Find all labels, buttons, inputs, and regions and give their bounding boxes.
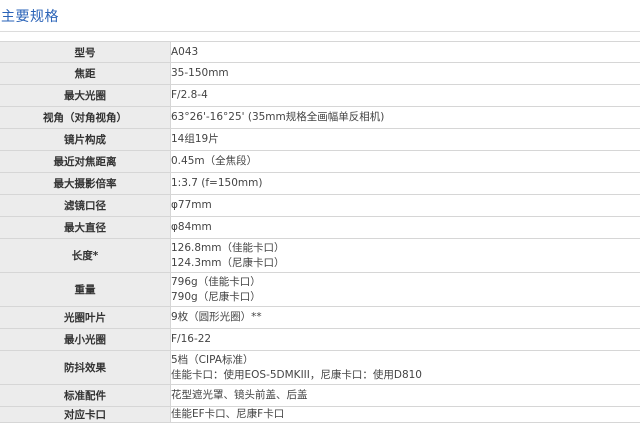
spec-value: 0.45m（全焦段） [170, 150, 640, 173]
spec-label: 最小光圈 [0, 328, 171, 351]
spec-label: 最大光圈 [0, 84, 171, 107]
spec-value-line: F/2.8-4 [171, 89, 208, 101]
spec-label: 最大摄影倍率 [0, 172, 171, 195]
spec-row: 标准配件 花型遮光罩、镜头前盖、后盖 [0, 384, 640, 407]
spec-row: 光圈叶片 9枚（圆形光圈）** [0, 306, 640, 329]
spec-value: 126.8mm（佳能卡口） 124.3mm（尼康卡口） [170, 238, 640, 273]
spec-label: 焦距 [0, 62, 171, 85]
spec-label: 光圈叶片 [0, 306, 171, 329]
spec-label: 重量 [0, 272, 171, 307]
spec-value-line: 佳能卡口：使用EOS-5DMKIII，尼康卡口：使用D810 [171, 368, 422, 381]
spec-row: 视角（对角视角） 63°26'-16°25' (35mm规格全画幅单反相机) [0, 106, 640, 129]
spec-value-line: 796g（佳能卡口） [171, 275, 261, 288]
spec-label: 长度* [0, 238, 171, 273]
spec-value: 35-150mm [170, 62, 640, 85]
spec-row: 对应卡口 佳能EF卡口、尼康F卡口 [0, 406, 640, 423]
spec-label: 最近对焦距离 [0, 150, 171, 173]
spec-row: 最大直径 φ84mm [0, 216, 640, 239]
spec-value-line: 35-150mm [171, 67, 229, 79]
spec-value: 佳能EF卡口、尼康F卡口 [170, 406, 640, 423]
spec-row: 最小光圈 F/16-22 [0, 328, 640, 351]
spec-value: φ84mm [170, 216, 640, 239]
spec-value-line: 佳能EF卡口、尼康F卡口 [171, 408, 285, 420]
spec-value-line: φ77mm [171, 199, 212, 211]
spec-value-line: 5档（CIPA标准） [171, 353, 254, 366]
spec-value: 花型遮光罩、镜头前盖、后盖 [170, 384, 640, 407]
spec-row: 最大摄影倍率 1:3.7 (f=150mm) [0, 172, 640, 195]
spec-value: φ77mm [170, 194, 640, 217]
spec-label: 最大直径 [0, 216, 171, 239]
spec-label: 防抖效果 [0, 350, 171, 385]
spec-value-line: 790g（尼康卡口） [171, 290, 261, 303]
spec-value: 63°26'-16°25' (35mm规格全画幅单反相机) [170, 106, 640, 129]
spec-value: 1:3.7 (f=150mm) [170, 172, 640, 195]
section-title: 主要规格 [1, 9, 59, 25]
spec-row: 型号 A043 [0, 41, 640, 63]
spec-row: 长度* 126.8mm（佳能卡口） 124.3mm（尼康卡口） [0, 238, 640, 273]
spec-value-line: 1:3.7 (f=150mm) [171, 177, 263, 189]
spec-value-line: F/16-22 [171, 333, 212, 345]
spec-value: A043 [170, 41, 640, 63]
spec-value: 9枚（圆形光圈）** [170, 306, 640, 329]
spec-label: 对应卡口 [0, 406, 171, 423]
spec-value-line: 126.8mm（佳能卡口） [171, 241, 285, 254]
spec-label: 滤镜口径 [0, 194, 171, 217]
spec-label: 视角（对角视角） [0, 106, 171, 129]
section-header: 主要规格 [0, 0, 640, 32]
spec-row: 重量 796g（佳能卡口） 790g（尼康卡口） [0, 272, 640, 307]
spec-row: 焦距 35-150mm [0, 62, 640, 85]
spec-row: 最大光圈 F/2.8-4 [0, 84, 640, 107]
spec-value-line: 9枚（圆形光圈）** [171, 311, 262, 323]
spec-row: 滤镜口径 φ77mm [0, 194, 640, 217]
spec-value: 5档（CIPA标准） 佳能卡口：使用EOS-5DMKIII，尼康卡口：使用D810 [170, 350, 640, 385]
specs-table-body: 型号 A043 焦距 35-150mm 最大光圈 F/2.8-4 视角（对角视角） 63°26… [0, 41, 640, 423]
specs-table: 型号 A043 焦距 35-150mm 最大光圈 F/2.8-4 视角（对角视角） 63°26… [0, 41, 640, 423]
spec-value-line: 124.3mm（尼康卡口） [171, 256, 285, 269]
spec-value-line: A043 [171, 45, 199, 58]
spec-value-line: 14组19片 [171, 133, 219, 145]
spec-label: 型号 [0, 41, 171, 63]
spec-value-line: 花型遮光罩、镜头前盖、后盖 [171, 389, 308, 401]
spec-row: 镜片构成 14组19片 [0, 128, 640, 151]
spec-row: 防抖效果 5档（CIPA标准） 佳能卡口：使用EOS-5DMKIII，尼康卡口：使用… [0, 350, 640, 385]
spec-value: 796g（佳能卡口） 790g（尼康卡口） [170, 272, 640, 307]
spec-label: 镜片构成 [0, 128, 171, 151]
spec-row: 最近对焦距离 0.45m（全焦段） [0, 150, 640, 173]
spec-value: F/16-22 [170, 328, 640, 351]
spec-value: F/2.8-4 [170, 84, 640, 107]
spec-value-line: 63°26'-16°25' (35mm规格全画幅单反相机) [171, 111, 385, 123]
spec-value: 14组19片 [170, 128, 640, 151]
spec-label: 标准配件 [0, 384, 171, 407]
spec-value-line: 0.45m（全焦段） [171, 155, 258, 167]
spec-value-line: φ84mm [171, 221, 212, 233]
